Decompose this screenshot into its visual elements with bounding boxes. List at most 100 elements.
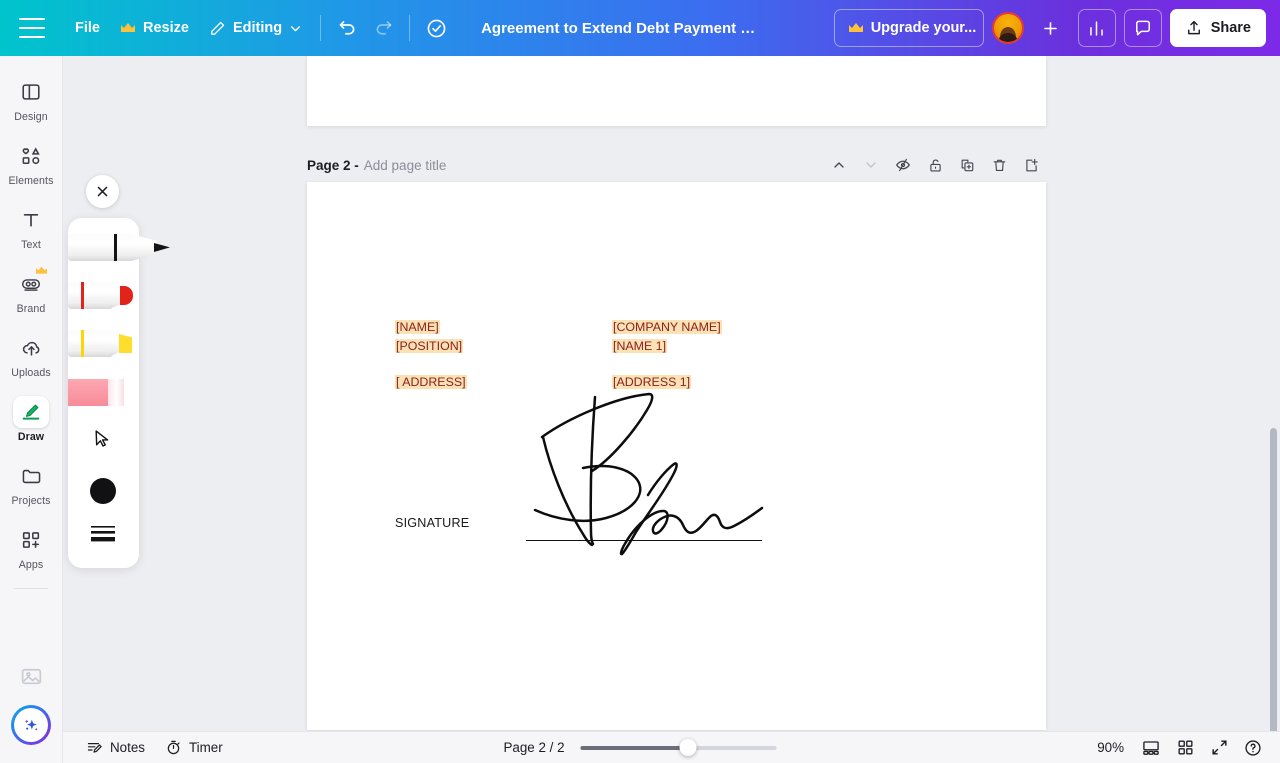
crown-icon — [35, 265, 48, 276]
sidebar-label-uploads: Uploads — [11, 367, 51, 379]
save-status-button[interactable] — [418, 10, 454, 46]
left-sidebar: Design Elements Text Brand Uploads Draw … — [0, 56, 63, 763]
canvas-scroll-area[interactable]: Page 2 - Add page title [NAME] [POSITION… — [63, 56, 1280, 731]
pen-barrel — [68, 234, 133, 261]
marker-barrel — [68, 282, 112, 309]
sidebar-item-elements[interactable]: Elements — [2, 134, 60, 192]
timer-button[interactable]: Timer — [155, 734, 233, 762]
sidebar-item-apps[interactable]: Apps — [2, 518, 60, 576]
delete-page-button[interactable] — [984, 152, 1014, 178]
presenter-view-button[interactable] — [1136, 734, 1166, 762]
sidebar-label-design: Design — [14, 111, 48, 123]
add-collaborator-button[interactable] — [1032, 9, 1070, 47]
file-menu-button[interactable]: File — [65, 10, 110, 46]
field-name[interactable]: [NAME] — [395, 318, 440, 336]
editing-mode-button[interactable]: Editing — [199, 10, 312, 46]
field-address-1[interactable]: [ADDRESS 1] — [612, 373, 692, 391]
stopwatch-icon — [165, 739, 182, 756]
stroke-weight-icon[interactable] — [89, 523, 117, 545]
pen-nib — [154, 243, 170, 252]
sidebar-item-projects[interactable]: Projects — [2, 454, 60, 512]
field-company-name[interactable]: [COMPANY NAME] — [612, 318, 722, 336]
zoom-percent-label[interactable]: 90% — [1089, 740, 1132, 755]
page-number-label: Page 2 - — [307, 157, 359, 173]
unlock-icon — [927, 157, 944, 174]
analytics-button[interactable] — [1077, 9, 1116, 47]
page-count-label: Page 2 / 2 — [503, 740, 565, 755]
notes-button[interactable]: Notes — [76, 734, 155, 762]
page-2-header: Page 2 - Add page title — [307, 152, 1046, 178]
magic-sparkle-icon — [21, 715, 42, 736]
close-draw-panel-button[interactable] — [86, 175, 119, 208]
draw-tool-cursor[interactable] — [92, 428, 114, 452]
highlighter-nib — [119, 334, 132, 353]
move-page-down-button[interactable] — [856, 152, 886, 178]
fullscreen-button[interactable] — [1204, 734, 1234, 762]
page-2-sheet[interactable]: [NAME] [POSITION] [ ADDRESS] [COMPANY NA… — [307, 182, 1046, 730]
page-title-input[interactable]: Add page title — [364, 158, 447, 173]
help-question-icon — [1243, 738, 1263, 758]
sidebar-item-brand[interactable]: Brand — [2, 262, 60, 320]
chevron-down-icon — [289, 22, 302, 35]
vertical-scrollbar[interactable] — [1270, 428, 1277, 731]
pen-cone — [131, 234, 157, 261]
sidebar-divider — [14, 588, 48, 589]
crown-icon — [848, 21, 864, 35]
duplicate-page-button[interactable] — [952, 152, 982, 178]
sidebar-label-elements: Elements — [8, 175, 54, 187]
bar-chart-icon — [1087, 19, 1106, 38]
draw-tool-eraser[interactable] — [68, 370, 128, 414]
grid-view-button[interactable] — [1170, 734, 1200, 762]
share-button[interactable]: Share — [1169, 9, 1266, 47]
hide-page-button[interactable] — [888, 152, 918, 178]
add-page-button[interactable] — [1016, 152, 1046, 178]
marker-color-ring — [81, 282, 84, 309]
highlighter-barrel — [68, 330, 112, 357]
document-title[interactable]: Agreement to Extend Debt Payment Tem... — [472, 13, 772, 44]
undo-button[interactable] — [329, 10, 365, 46]
resize-button[interactable]: Resize — [110, 10, 199, 46]
duplicate-icon — [959, 157, 976, 174]
user-avatar[interactable] — [991, 12, 1024, 44]
lock-page-button[interactable] — [920, 152, 950, 178]
redo-button[interactable] — [365, 10, 401, 46]
apps-grid-icon — [13, 524, 49, 556]
close-x-icon — [95, 184, 110, 199]
help-button[interactable] — [1238, 734, 1268, 762]
sidebar-label-draw: Draw — [17, 431, 45, 443]
draw-tool-marker[interactable] — [68, 274, 178, 318]
sidebar-item-text[interactable]: Text — [2, 198, 60, 256]
top-toolbar: File Resize Editing Agreement to Extend … — [0, 0, 1280, 56]
field-position[interactable]: [POSITION] — [395, 337, 464, 355]
plus-icon — [1041, 19, 1060, 38]
trash-icon — [991, 157, 1008, 174]
image-icon[interactable] — [19, 664, 44, 689]
draw-tool-highlighter[interactable] — [68, 322, 178, 366]
page-1-sheet[interactable] — [307, 56, 1046, 126]
hand-drawn-signature[interactable] — [522, 392, 772, 557]
resize-label: Resize — [142, 20, 189, 36]
magic-ai-button[interactable] — [11, 705, 51, 745]
comments-button[interactable] — [1123, 9, 1162, 47]
sidebar-item-uploads[interactable]: Uploads — [2, 326, 60, 384]
sidebar-item-draw[interactable]: Draw — [2, 390, 60, 448]
page-navigation-group: Page 2 / 2 — [503, 739, 777, 757]
sidebar-item-design[interactable]: Design — [2, 70, 60, 128]
hamburger-menu-icon[interactable] — [19, 18, 45, 38]
upgrade-button[interactable]: Upgrade your... — [833, 9, 984, 47]
color-swatch[interactable] — [90, 478, 116, 504]
zoom-slider[interactable] — [580, 739, 777, 757]
field-name-1[interactable]: [NAME 1] — [612, 337, 668, 355]
notes-icon — [86, 739, 103, 756]
crown-icon — [120, 21, 136, 35]
zoom-slider-handle[interactable] — [679, 739, 697, 756]
draw-tool-pen[interactable] — [68, 226, 183, 270]
layout-panel-icon — [13, 76, 49, 108]
bottom-status-bar: Notes Timer Page 2 / 2 90% — [0, 731, 1280, 763]
eraser-body — [68, 379, 110, 406]
marker-nib — [120, 286, 133, 305]
move-page-up-button[interactable] — [824, 152, 854, 178]
eye-slash-icon — [894, 156, 912, 174]
draw-pen-icon — [13, 396, 49, 428]
field-address[interactable]: [ ADDRESS] — [395, 373, 467, 391]
